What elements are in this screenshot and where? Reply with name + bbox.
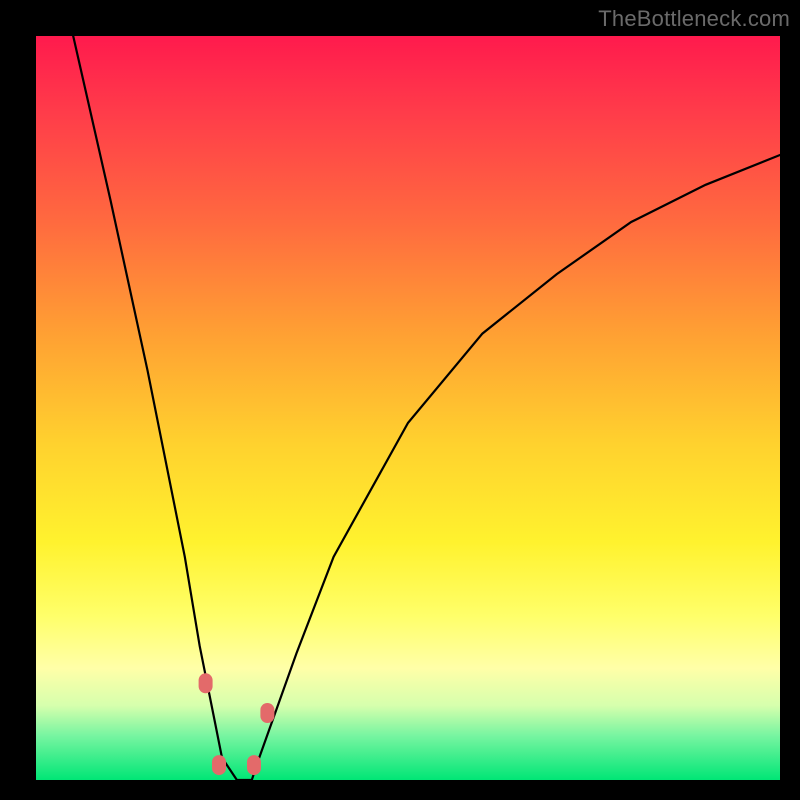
chart-svg [36, 36, 780, 780]
right-marker-lower [247, 755, 261, 775]
plot-area [36, 36, 780, 780]
chart-frame: TheBottleneck.com [0, 0, 800, 800]
left-marker-lower [212, 755, 226, 775]
bottleneck-curve-path [73, 36, 780, 780]
watermark-text: TheBottleneck.com [598, 6, 790, 32]
marker-group [199, 673, 275, 775]
right-marker-upper [260, 703, 274, 723]
left-marker-upper [199, 673, 213, 693]
